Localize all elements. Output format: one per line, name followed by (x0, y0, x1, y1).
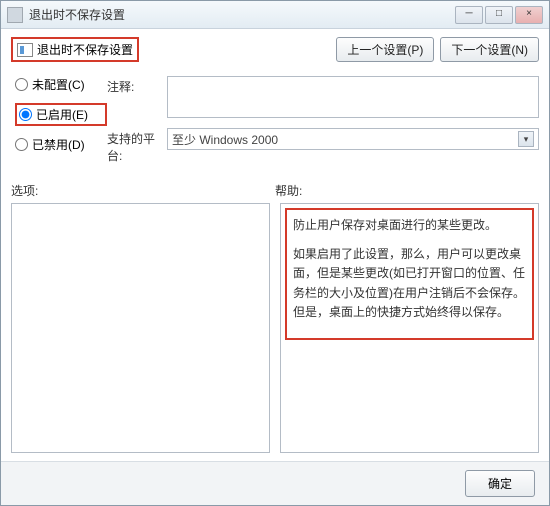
options-panel[interactable] (11, 203, 270, 453)
radio-disabled[interactable]: 已禁用(D) (15, 136, 107, 153)
dialog-window: 退出时不保存设置 ─ □ × 退出时不保存设置 上一个设置(P) 下一个设置(N… (0, 0, 550, 506)
radio-group: 未配置(C) 已启用(E) 已禁用(D) (11, 76, 107, 174)
maximize-button[interactable]: □ (485, 6, 513, 24)
help-paragraph-2: 如果启用了此设置，那么，用户可以更改桌面，但是某些更改(如已打开窗口的位置、任务… (293, 245, 526, 322)
footer: 确定 (1, 461, 549, 505)
app-icon (7, 7, 23, 23)
close-button[interactable]: × (515, 6, 543, 24)
radio-enabled-highlight: 已启用(E) (15, 103, 107, 126)
fields-column: 注释: 支持的平台: 至少 Windows 2000 ▾ (107, 76, 539, 174)
content-area: 退出时不保存设置 上一个设置(P) 下一个设置(N) 未配置(C) 已启用(E) (1, 29, 549, 461)
titlebar[interactable]: 退出时不保存设置 ─ □ × (1, 1, 549, 29)
section-headers: 选项: 帮助: (11, 182, 539, 199)
radio-unconfigured-input[interactable] (15, 78, 28, 91)
radio-disabled-input[interactable] (15, 138, 28, 151)
comment-input[interactable] (167, 76, 539, 118)
radio-enabled-input[interactable] (19, 108, 32, 121)
setting-icon (17, 43, 33, 57)
options-row: 未配置(C) 已启用(E) 已禁用(D) 注释: (11, 76, 539, 174)
ok-button[interactable]: 确定 (465, 470, 535, 497)
radio-enabled[interactable]: 已启用(E) (19, 106, 88, 123)
radio-unconfigured[interactable]: 未配置(C) (15, 76, 107, 93)
header-row: 退出时不保存设置 上一个设置(P) 下一个设置(N) (11, 37, 539, 62)
prev-setting-button[interactable]: 上一个设置(P) (336, 37, 434, 62)
radio-disabled-label: 已禁用(D) (32, 136, 85, 153)
window-controls: ─ □ × (455, 6, 543, 24)
setting-name: 退出时不保存设置 (37, 41, 133, 58)
platform-label: 支持的平台: (107, 128, 167, 164)
platform-field[interactable]: 至少 Windows 2000 ▾ (167, 128, 539, 150)
comment-label: 注释: (107, 76, 167, 95)
help-text-box: 防止用户保存对桌面进行的某些更改。 如果启用了此设置，那么，用户可以更改桌面，但… (285, 208, 534, 340)
radio-unconfigured-label: 未配置(C) (32, 76, 85, 93)
next-setting-button[interactable]: 下一个设置(N) (440, 37, 539, 62)
panels-row: 防止用户保存对桌面进行的某些更改。 如果启用了此设置，那么，用户可以更改桌面，但… (11, 203, 539, 453)
options-header: 选项: (11, 182, 275, 199)
comment-row: 注释: (107, 76, 539, 118)
platform-row: 支持的平台: 至少 Windows 2000 ▾ (107, 128, 539, 164)
help-header: 帮助: (275, 182, 539, 199)
help-paragraph-1: 防止用户保存对桌面进行的某些更改。 (293, 216, 526, 235)
chevron-down-icon[interactable]: ▾ (518, 131, 534, 147)
platform-value: 至少 Windows 2000 (172, 131, 278, 148)
radio-enabled-label: 已启用(E) (36, 106, 88, 123)
minimize-button[interactable]: ─ (455, 6, 483, 24)
setting-title-box: 退出时不保存设置 (11, 37, 139, 62)
window-title: 退出时不保存设置 (29, 6, 455, 23)
help-panel[interactable]: 防止用户保存对桌面进行的某些更改。 如果启用了此设置，那么，用户可以更改桌面，但… (280, 203, 539, 453)
nav-buttons: 上一个设置(P) 下一个设置(N) (336, 37, 539, 62)
